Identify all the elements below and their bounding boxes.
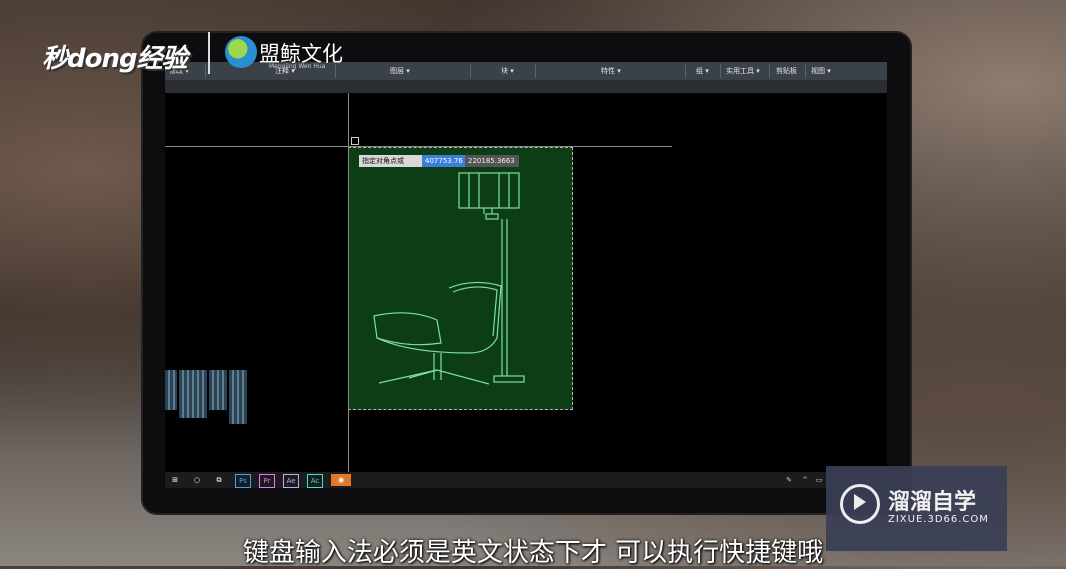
active-app-icon[interactable]: ◉	[331, 474, 351, 486]
search-icon[interactable]: ○	[191, 474, 203, 486]
coordinate-x-input[interactable]: 407753.76	[422, 155, 466, 167]
tray-chevron-icon[interactable]: ^	[799, 474, 811, 486]
logo-divider	[208, 32, 210, 74]
miaodong-logo: 秒dong经验	[42, 44, 188, 74]
video-subtitle: 键盘输入法必须是英文状态下才 可以执行快捷键哦	[242, 538, 824, 568]
windows-start-icon[interactable]: ⊞	[169, 474, 181, 486]
panel-utilities[interactable]: 实用工具 ▾	[726, 66, 760, 76]
chair-lamp-drawing	[373, 172, 525, 385]
tray-network-icon[interactable]: ▭	[813, 474, 825, 486]
panel-view[interactable]: 视图 ▾	[811, 66, 831, 76]
selection-window	[348, 147, 573, 410]
tray-pen-icon[interactable]: ✎	[783, 474, 795, 486]
command-prompt-tooltip: 指定对角点或	[359, 155, 423, 167]
windows-taskbar: ⊞ ○ ⧉ Ps Pr Ae Ac ◉ ✎ ^ ▭	[165, 472, 887, 488]
after-effects-icon[interactable]: Ae	[283, 474, 299, 488]
tab-strip	[165, 80, 887, 93]
panel-clipboard[interactable]: 剪贴板	[776, 66, 797, 76]
photoshop-icon[interactable]: Ps	[235, 474, 251, 488]
cad-screen: 修改 ▾ 注释 ▾ 图层 ▾ 块 ▾ 特性 ▾ 组 ▾ 实用工具 ▾ 剪贴板 视…	[165, 62, 887, 488]
coordinate-y-input[interactable]: 220185.3663	[465, 155, 519, 167]
crosshair-horizontal	[165, 146, 672, 147]
premiere-icon[interactable]: Pr	[259, 474, 275, 488]
cursor-pickbox	[351, 137, 359, 145]
drawing-thumbnails	[165, 362, 255, 424]
task-view-icon[interactable]: ⧉	[213, 474, 225, 486]
panel-properties[interactable]: 特性 ▾	[601, 66, 621, 76]
whale-logo-icon	[225, 36, 257, 68]
panel-block[interactable]: 块 ▾	[501, 66, 514, 76]
panel-group[interactable]: 组 ▾	[696, 66, 709, 76]
audition-icon[interactable]: Ac	[307, 474, 323, 488]
crosshair-vertical	[348, 93, 349, 473]
panel-layers[interactable]: 图层 ▾	[390, 66, 410, 76]
